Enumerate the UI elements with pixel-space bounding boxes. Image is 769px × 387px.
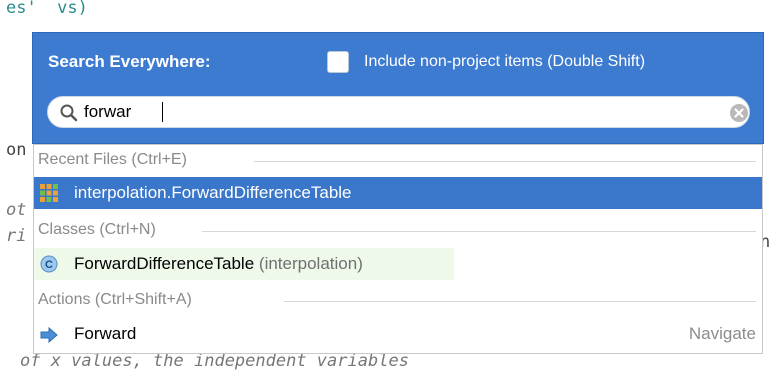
code-line: on [6,140,27,160]
search-input[interactable] [84,101,684,123]
group-divider [202,231,756,232]
code-line: ri [6,226,27,246]
code-line: es' vs) [6,0,88,18]
group-divider [284,301,756,302]
group-header-recent-files: Recent Files (Ctrl+E) [34,147,762,175]
search-everywhere-popup: Search Everywhere: Include non-project i… [32,32,764,144]
list-item-action[interactable]: Forward Navigate [34,318,762,350]
clear-circle-icon[interactable] [729,103,749,123]
group-label: Actions (Ctrl+Shift+A) [38,291,198,309]
include-non-project-checkbox[interactable] [327,51,349,73]
popup-title: Search Everywhere: [48,52,211,71]
list-item-class[interactable]: C ForwardDifferenceTable (interpolation) [34,248,454,280]
list-item-qualifier: (interpolation) [258,254,363,273]
results-list: Recent Files (Ctrl+E) interpolation.Forw… [33,144,763,354]
class-grid-icon [40,184,58,202]
code-line: ot [6,200,27,220]
list-item-label: Forward [74,324,137,343]
group-header-actions: Actions (Ctrl+Shift+A) [34,287,762,315]
class-c-icon: C [40,255,58,273]
list-item-recent-file[interactable]: interpolation.ForwardDifferenceTable [34,177,762,209]
search-field[interactable] [47,96,750,128]
search-icon [60,104,78,122]
action-category: Navigate [688,324,756,343]
list-item-label: interpolation.ForwardDifferenceTable [74,183,352,202]
group-divider [254,161,756,162]
group-label: Recent Files (Ctrl+E) [38,151,193,169]
group-header-classes: Classes (Ctrl+N) [34,217,762,245]
include-non-project-label[interactable]: Include non-project items (Double Shift) [364,53,645,71]
code-line: of x values, the independent variables [20,351,409,371]
group-label: Classes (Ctrl+N) [38,221,162,239]
text-caret [162,102,163,122]
forward-arrow-icon [40,326,58,344]
svg-text:C: C [45,259,53,271]
list-item-label: ForwardDifferenceTable [74,254,255,273]
